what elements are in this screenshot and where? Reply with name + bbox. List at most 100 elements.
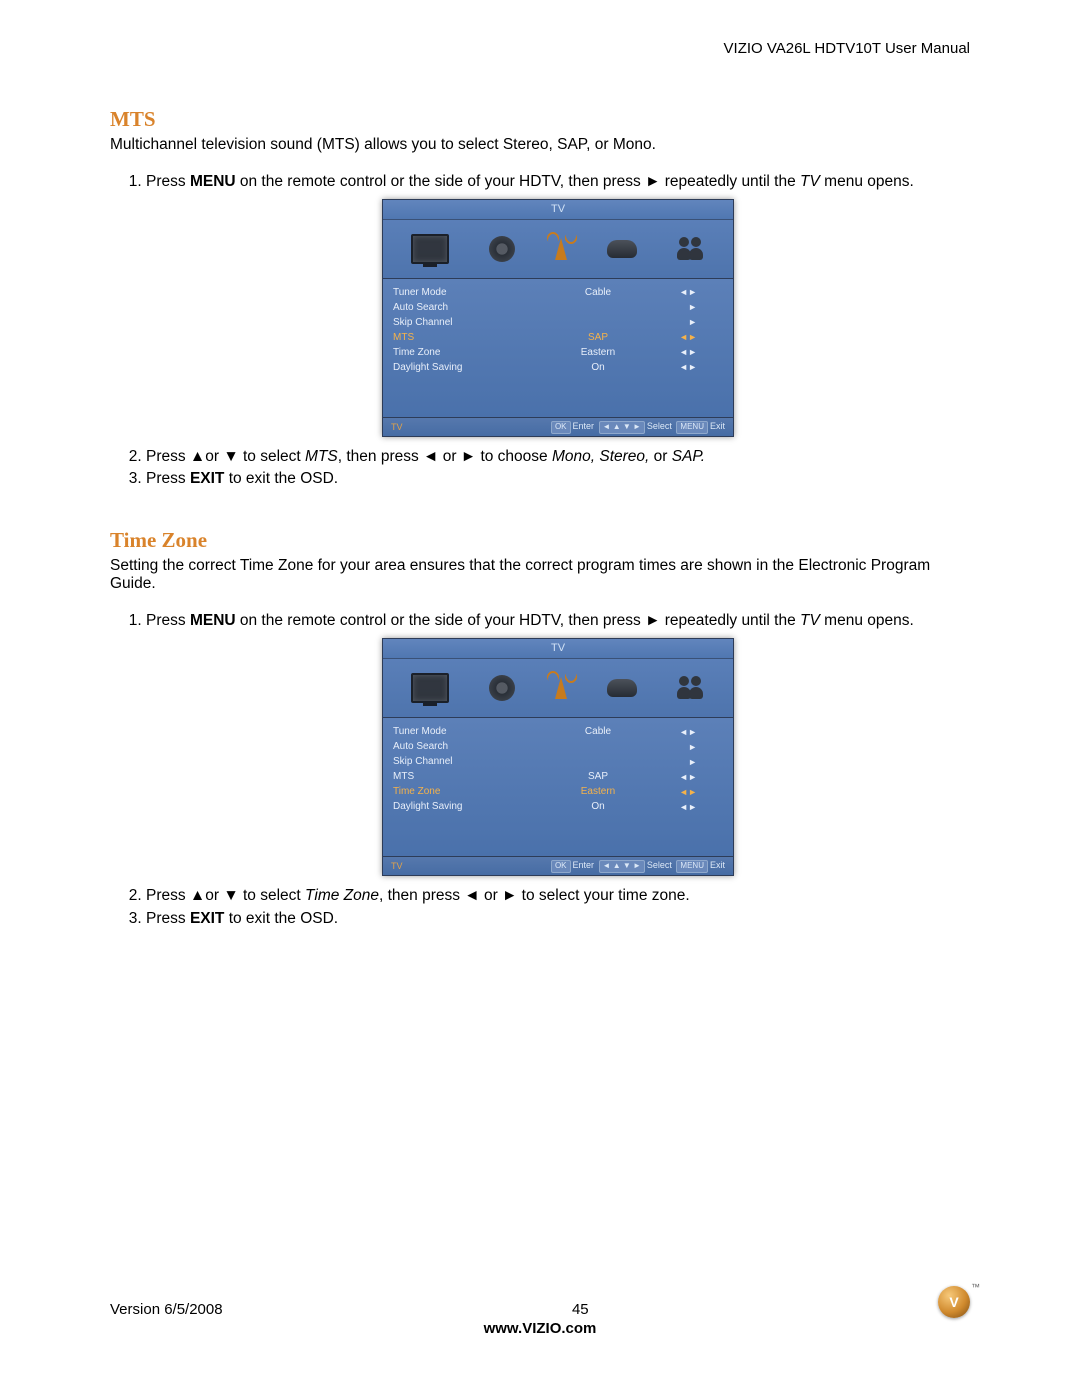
osd-footer-hints: OKEnter ◄ ▲ ▼ ►Select MENUExit (549, 420, 725, 434)
audio-tab-icon (489, 236, 515, 262)
steps-list: Press MENU on the remote control or the … (146, 611, 970, 929)
audio-tab-icon (489, 675, 515, 701)
step-text: menu opens. (820, 173, 914, 190)
exit-hint: Exit (710, 860, 725, 870)
osd-row-label: Auto Search (393, 740, 523, 754)
osd-row-value: Cable (523, 725, 673, 739)
parental-tab-icon (677, 676, 705, 700)
step-bold: MENU (190, 612, 236, 629)
osd-footer: TV OKEnter ◄ ▲ ▼ ►Select MENUExit (383, 418, 733, 436)
osd-row-label: Skip Channel (393, 316, 523, 330)
osd-row-indicator-icon: ◄► (673, 361, 697, 373)
version-text: Version 6/5/2008 (110, 1301, 223, 1318)
section-heading: MTS (110, 107, 970, 132)
page-number: 45 (223, 1301, 938, 1318)
picture-tab-icon (411, 234, 449, 264)
osd-title: TV (383, 200, 733, 220)
page-footer: Version 6/5/2008 45 V www.VIZIO.com (110, 1286, 970, 1337)
osd-tabs (383, 659, 733, 718)
osd-row: Auto Search ► (393, 300, 723, 315)
setup-tab-icon (607, 679, 637, 697)
select-hint: Select (647, 860, 672, 870)
osd-row-label: MTS (393, 770, 523, 784)
osd-row: MTSSAP◄► (393, 330, 723, 345)
osd-body: Tuner ModeCable◄►Auto Search►Skip Channe… (383, 279, 733, 418)
footer-url: www.VIZIO.com (110, 1320, 970, 1337)
osd-body: Tuner ModeCable◄►Auto Search►Skip Channe… (383, 718, 733, 857)
osd-row: Daylight SavingOn◄► (393, 360, 723, 375)
doc-header: VIZIO VA26L HDTV10T User Manual (110, 40, 970, 57)
tv-tab-icon (555, 238, 567, 260)
arrow-keys-icon: ◄ ▲ ▼ ► (599, 421, 645, 434)
osd-row-label: Time Zone (393, 346, 523, 360)
step-item: Press MENU on the remote control or the … (146, 172, 970, 437)
osd-row-label: Auto Search (393, 301, 523, 315)
exit-hint: Exit (710, 421, 725, 431)
osd-row-indicator-icon: ► (673, 301, 697, 313)
step-item: Press ▲or ▼ to select MTS, then press ◄ … (146, 447, 970, 468)
osd-row-indicator-icon: ◄► (673, 726, 697, 738)
osd-title: TV (383, 639, 733, 659)
osd-row-label: Tuner Mode (393, 725, 523, 739)
section-heading: Time Zone (110, 528, 970, 553)
osd-row-indicator-icon: ► (673, 316, 697, 328)
osd-row: MTSSAP◄► (393, 769, 723, 784)
osd-row-indicator-icon: ◄► (673, 786, 697, 798)
step-text: on the remote control or the side of you… (236, 173, 800, 190)
step-text: Press EXIT to exit the OSD. (146, 910, 338, 927)
step-text: Press ▲or ▼ to select Time Zone, then pr… (146, 887, 690, 904)
osd-row: Time ZoneEastern◄► (393, 784, 723, 799)
osd-row-indicator-icon: ◄► (673, 801, 697, 813)
step-italic: TV (800, 173, 820, 190)
osd-footer: TV OKEnter ◄ ▲ ▼ ►Select MENUExit (383, 857, 733, 875)
osd-row-label: Tuner Mode (393, 286, 523, 300)
step-item: Press ▲or ▼ to select Time Zone, then pr… (146, 886, 970, 907)
ok-key-icon: OK (551, 860, 571, 873)
setup-tab-icon (607, 240, 637, 258)
osd-row-label: Daylight Saving (393, 361, 523, 375)
osd-row-indicator-icon: ► (673, 756, 697, 768)
parental-tab-icon (677, 237, 705, 261)
osd-row-label: Skip Channel (393, 755, 523, 769)
osd-row: Auto Search ► (393, 739, 723, 754)
osd-footer-category: TV (391, 421, 403, 433)
osd-footer-category: TV (391, 860, 403, 872)
osd-row: Tuner ModeCable◄► (393, 285, 723, 300)
osd-row-label: MTS (393, 331, 523, 345)
osd-row-indicator-icon: ► (673, 741, 697, 753)
osd-row-value: On (523, 800, 673, 814)
step-item: Press EXIT to exit the OSD. (146, 469, 970, 490)
osd-row: Time ZoneEastern◄► (393, 345, 723, 360)
osd-row: Skip Channel ► (393, 754, 723, 769)
osd-row: Daylight SavingOn◄► (393, 799, 723, 814)
step-bold: MENU (190, 173, 236, 190)
osd-screenshot: TV Tuner ModeCable◄►Auto Search►Skip Cha… (382, 199, 734, 437)
steps-list: Press MENU on the remote control or the … (146, 172, 970, 490)
osd-row-indicator-icon: ◄► (673, 286, 697, 298)
osd-row-value: SAP (523, 331, 673, 345)
menu-key-icon: MENU (676, 860, 708, 873)
osd-row: Skip Channel ► (393, 315, 723, 330)
osd-row-value: SAP (523, 770, 673, 784)
osd-row: Tuner ModeCable◄► (393, 724, 723, 739)
osd-row-label: Daylight Saving (393, 800, 523, 814)
step-item: Press EXIT to exit the OSD. (146, 909, 970, 930)
enter-hint: Enter (573, 860, 595, 870)
step-text: Press (146, 612, 190, 629)
osd-row-label: Time Zone (393, 785, 523, 799)
osd-footer-hints: OKEnter ◄ ▲ ▼ ►Select MENUExit (549, 859, 725, 873)
osd-row-indicator-icon: ◄► (673, 331, 697, 343)
step-item: Press MENU on the remote control or the … (146, 611, 970, 876)
section-mts: MTS Multichannel television sound (MTS) … (110, 107, 970, 490)
osd-row-value: Eastern (523, 346, 673, 360)
menu-key-icon: MENU (676, 421, 708, 434)
osd-row-indicator-icon: ◄► (673, 346, 697, 358)
enter-hint: Enter (573, 421, 595, 431)
step-text: on the remote control or the side of you… (236, 612, 800, 629)
picture-tab-icon (411, 673, 449, 703)
tv-tab-icon (555, 677, 567, 699)
osd-row-value: On (523, 361, 673, 375)
osd-screenshot: TV Tuner ModeCable◄►Auto Search►Skip Cha… (382, 638, 734, 876)
section-intro: Multichannel television sound (MTS) allo… (110, 136, 970, 154)
section-intro: Setting the correct Time Zone for your a… (110, 557, 970, 593)
